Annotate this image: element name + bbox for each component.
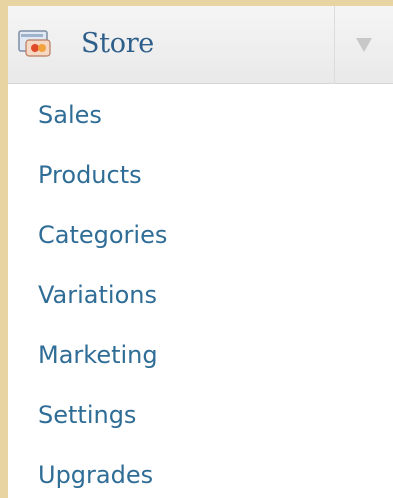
menu-item-categories[interactable]: Categories [38, 220, 167, 250]
menu-item-sales[interactable]: Sales [38, 100, 102, 130]
menu-toggle-button[interactable] [335, 6, 393, 84]
menu-item-variations[interactable]: Variations [38, 280, 157, 310]
store-title[interactable]: Store [81, 26, 154, 62]
triangle-down-icon [356, 38, 372, 52]
store-menu-header[interactable]: Store [8, 6, 393, 84]
store-icon [18, 30, 51, 57]
menu-item-products[interactable]: Products [38, 160, 142, 190]
menu-item-settings[interactable]: Settings [38, 400, 136, 430]
menu-item-marketing[interactable]: Marketing [38, 340, 158, 370]
store-menu: Store Sales Products Categories Variatio… [8, 6, 393, 498]
menu-item-upgrades[interactable]: Upgrades [38, 460, 153, 490]
